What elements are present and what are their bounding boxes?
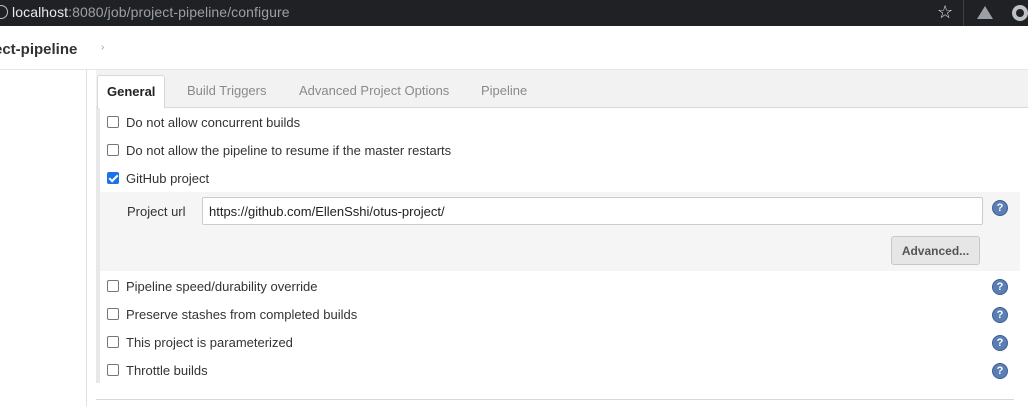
option-label: GitHub project (126, 170, 210, 186)
url-host: localhost (12, 4, 69, 20)
option-preserve-stashes: Preserve stashes from completed builds (107, 304, 357, 324)
option-label: Throttle builds (126, 362, 208, 378)
project-url-label: Project url (127, 204, 186, 219)
option-throttle-builds: Throttle builds (107, 360, 208, 380)
checkbox-github-project[interactable] (107, 172, 119, 184)
sidebar-divider (86, 70, 87, 406)
checkbox-resume[interactable] (107, 144, 119, 156)
tab-build-triggers[interactable]: Build Triggers (187, 83, 266, 98)
checkbox-pipeline-speed[interactable] (107, 280, 119, 292)
option-label: Preserve stashes from completed builds (126, 306, 358, 322)
help-icon[interactable]: ? (992, 307, 1008, 323)
option-label: This project is parameterized (126, 334, 293, 350)
option-label: Do not allow the pipeline to resume if t… (126, 142, 452, 158)
star-icon[interactable]: ☆ (937, 2, 953, 22)
option-concurrent-builds: Do not allow concurrent builds (107, 112, 300, 132)
option-label: Pipeline speed/durability override (126, 278, 318, 294)
help-icon[interactable]: ? (992, 335, 1008, 351)
config-tabs: General Build Triggers Advanced Project … (96, 70, 1028, 109)
breadcrumb: ect-pipeline › (0, 26, 1028, 70)
advanced-button[interactable]: Advanced... (891, 236, 980, 265)
option-pipeline-speed: Pipeline speed/durability override (107, 276, 318, 296)
checkbox-preserve-stashes[interactable] (107, 308, 119, 320)
url-path: :8080/job/project-pipeline/configure (68, 4, 290, 20)
project-url-input[interactable] (202, 197, 983, 225)
help-icon[interactable]: ? (992, 363, 1008, 379)
chevron-right-icon[interactable]: › (101, 42, 104, 53)
extension-icon[interactable] (1012, 5, 1028, 21)
toolbar-divider (963, 0, 964, 26)
option-github-project: GitHub project (107, 168, 209, 188)
help-icon[interactable]: ? (992, 279, 1008, 295)
checkbox-concurrent-builds[interactable] (107, 116, 119, 128)
checkbox-parameterized[interactable] (107, 336, 119, 348)
help-icon[interactable]: ? (992, 200, 1008, 216)
browser-toolbar: localhost:8080/job/project-pipeline/conf… (0, 0, 1028, 26)
tab-advanced-project-options[interactable]: Advanced Project Options (299, 83, 449, 98)
option-label: Do not allow concurrent builds (126, 114, 301, 130)
option-resume: Do not allow the pipeline to resume if t… (107, 140, 451, 160)
option-parameterized: This project is parameterized (107, 332, 293, 352)
info-icon[interactable] (0, 5, 8, 19)
checkbox-throttle-builds[interactable] (107, 364, 119, 376)
address-bar[interactable]: localhost:8080/job/project-pipeline/conf… (12, 4, 290, 20)
section-divider (96, 399, 1014, 400)
tab-general[interactable]: General (97, 75, 166, 109)
tab-pipeline[interactable]: Pipeline (481, 83, 527, 98)
drive-icon[interactable] (977, 6, 993, 19)
breadcrumb-project[interactable]: ect-pipeline (0, 41, 77, 58)
